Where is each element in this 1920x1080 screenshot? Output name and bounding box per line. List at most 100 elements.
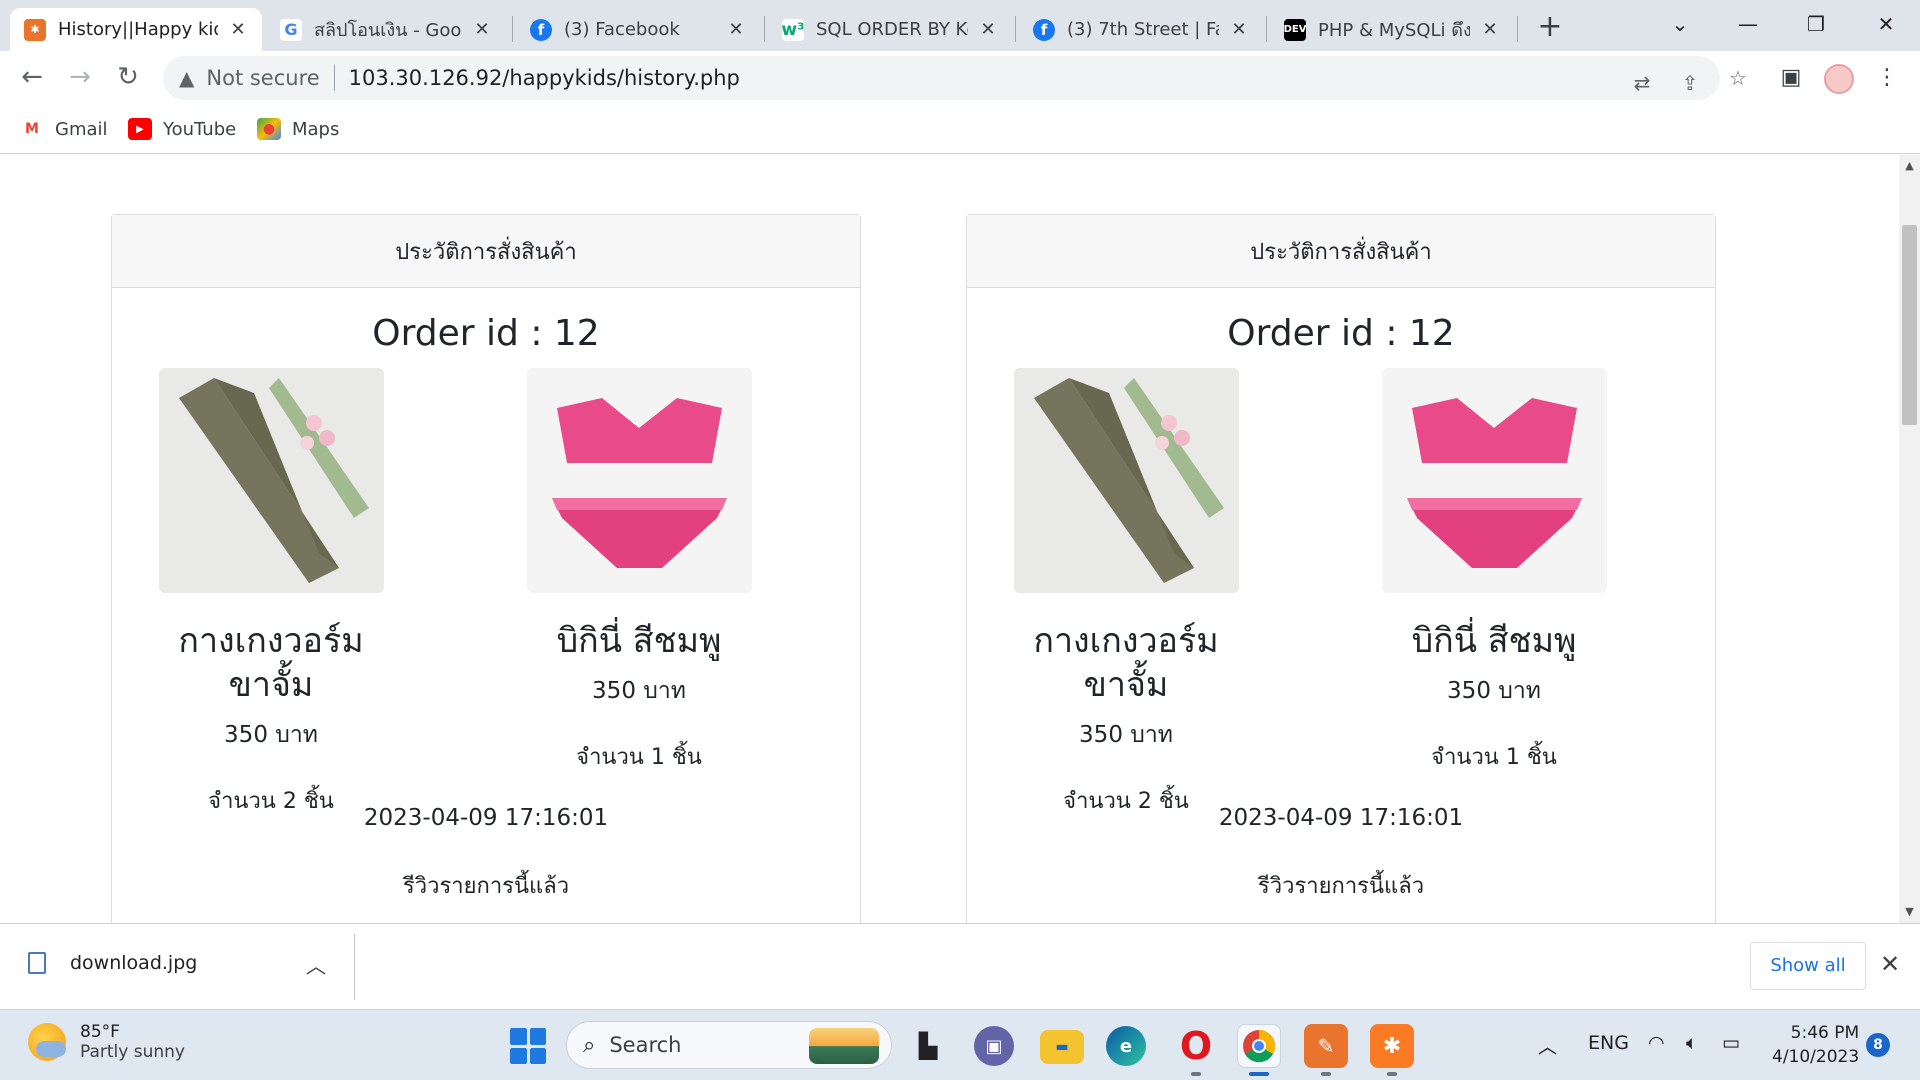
menu-kebab-icon[interactable]: ⋮: [1870, 61, 1904, 95]
xampp-icon[interactable]: ✱: [1370, 1024, 1414, 1068]
translate-icon[interactable]: ⇄: [1627, 68, 1657, 98]
bookmark-label: Gmail: [55, 118, 108, 140]
tab-happy-kids-history[interactable]: ✱ History||Happy kids ✕: [10, 8, 262, 51]
weather-condition: Partly sunny: [80, 1042, 185, 1062]
close-icon[interactable]: ✕: [1229, 19, 1249, 40]
show-all-button[interactable]: Show all: [1750, 942, 1866, 990]
product-image-jogger-pants: [158, 368, 384, 593]
teams-chat-icon[interactable]: ▣: [974, 1026, 1014, 1066]
bookmark-youtube[interactable]: ▶ YouTube: [128, 114, 236, 144]
address-bar[interactable]: ▲ Not secure 103.30.126.92/happykids/his…: [163, 56, 1747, 100]
profile-avatar[interactable]: [1824, 64, 1854, 94]
weather-temperature: 85°F: [80, 1022, 120, 1042]
search-highlight-art: [809, 1028, 879, 1064]
chevron-up-icon[interactable]: ︿: [1538, 1032, 1557, 1059]
scrollbar-thumb[interactable]: [1902, 225, 1917, 425]
tab-7th-street[interactable]: f (3) 7th Street | Face ✕: [1019, 8, 1263, 51]
language-indicator[interactable]: ENG: [1588, 1032, 1629, 1054]
file-explorer-icon[interactable]: ▬: [1040, 1030, 1084, 1064]
close-icon[interactable]: ✕: [726, 19, 746, 40]
bookmark-gmail[interactable]: M Gmail: [20, 114, 108, 144]
tab-separator: [512, 16, 513, 42]
chrome-browser-icon[interactable]: [1237, 1024, 1281, 1068]
url-text[interactable]: 103.30.126.92/happykids/history.php: [349, 66, 740, 90]
forward-arrow-icon[interactable]: →: [62, 60, 98, 96]
edge-browser-icon[interactable]: e: [1106, 1026, 1146, 1066]
running-indicator: [1321, 1072, 1331, 1076]
restore-icon[interactable]: ❐: [1796, 6, 1836, 42]
bookmark-maps[interactable]: ● Maps: [257, 114, 339, 144]
gmail-icon: M: [25, 121, 39, 137]
browser-toolbar: ← → ↻ ▲ Not secure 103.30.126.92/happyki…: [0, 51, 1920, 104]
order-history-card: ประวัติการสั่งสินค้า Order id : 12 กางเก…: [966, 214, 1716, 923]
bookmarks-bar: M Gmail ▶ YouTube ● Maps: [0, 104, 1920, 154]
active-indicator: [1249, 1072, 1269, 1076]
windows-start-icon[interactable]: [510, 1028, 546, 1064]
tab-dev-php[interactable]: DEV PHP & MySQLi ดึงข้ ✕: [1270, 8, 1514, 51]
bookmark-label: Maps: [292, 118, 340, 140]
windows-taskbar: 85°F Partly sunny ⌕ Search ▙ ▣ ▬ e O ✎ ✱…: [0, 1009, 1920, 1080]
product-image-pink-bikini: [1381, 368, 1607, 593]
product-price: 350 บาท: [1079, 722, 1173, 748]
side-panel-icon[interactable]: ▣: [1774, 61, 1808, 95]
product-quantity: จำนวน 1 ชิ้น: [1431, 745, 1557, 770]
order-id: Order id : 12: [372, 313, 600, 354]
download-item[interactable]: download.jpg: [28, 952, 197, 974]
tab-separator: [1517, 16, 1518, 42]
product-price: 350 บาท: [1447, 678, 1541, 704]
partly-sunny-icon: [28, 1023, 66, 1061]
order-item: กางเกงวอร์ม ขาจั้ม 350 บาท จำนวน 2 ชิ้น: [976, 368, 1276, 818]
reload-icon[interactable]: ↻: [110, 60, 146, 96]
page-scrollbar[interactable]: ▲ ▼: [1899, 155, 1920, 923]
tab-separator: [1015, 16, 1016, 42]
card-header: ประวัติการสั่งสินค้า: [112, 215, 860, 288]
taskbar-search-box[interactable]: ⌕ Search: [566, 1021, 892, 1069]
opera-browser-icon[interactable]: O: [1174, 1024, 1218, 1068]
battery-charging-icon[interactable]: ▭: [1722, 1032, 1740, 1054]
volume-icon[interactable]: 🔈︎: [1686, 1032, 1697, 1054]
tab-facebook[interactable]: f (3) Facebook ✕: [516, 8, 760, 51]
order-item: กางเกงวอร์ม ขาจั้ม 350 บาท จำนวน 2 ชิ้น: [121, 368, 421, 818]
product-image-jogger-pants: [1013, 368, 1239, 593]
tab-title: (3) 7th Street | Face: [1067, 19, 1219, 40]
tab-w3schools[interactable]: w³ SQL ORDER BY Key ✕: [768, 8, 1012, 51]
wifi-icon[interactable]: ◠: [1648, 1032, 1665, 1054]
search-icon: ⌕: [583, 1032, 596, 1058]
weather-widget[interactable]: 85°F Partly sunny: [28, 1022, 185, 1062]
w3schools-icon: w³: [781, 18, 805, 41]
product-name: กางเกงวอร์ม ขาจั้ม: [178, 621, 364, 705]
card-header: ประวัติการสั่งสินค้า: [967, 215, 1715, 288]
tab-title: SQL ORDER BY Key: [816, 19, 968, 40]
back-arrow-icon[interactable]: ←: [14, 60, 50, 96]
close-icon[interactable]: ✕: [978, 19, 998, 40]
close-icon[interactable]: ✕: [228, 19, 248, 40]
bookmark-star-icon[interactable]: ☆: [1723, 63, 1753, 93]
notification-badge[interactable]: 8: [1866, 1033, 1890, 1057]
window-close-icon[interactable]: ✕: [1866, 6, 1906, 42]
chevron-up-icon[interactable]: ︿: [306, 950, 326, 979]
system-clock[interactable]: 5:46 PM 4/10/2023: [1772, 1021, 1859, 1069]
share-icon[interactable]: ⇪: [1675, 68, 1705, 98]
xampp-icon: ✱: [24, 18, 46, 41]
tab-title: History||Happy kids: [58, 19, 218, 40]
task-view-icon[interactable]: ▙: [906, 1024, 950, 1068]
running-indicator: [1191, 1072, 1201, 1076]
scroll-up-arrow-icon[interactable]: ▲: [1899, 159, 1920, 172]
close-icon[interactable]: ✕: [472, 19, 492, 40]
close-icon[interactable]: ✕: [1480, 19, 1500, 40]
maps-icon: ●: [257, 118, 281, 140]
tab-separator: [764, 16, 765, 42]
product-price: 350 บาท: [224, 722, 318, 748]
tab-google-slip[interactable]: G สลิปโอนเงิน - Google ✕: [266, 8, 506, 51]
security-label[interactable]: Not secure: [206, 66, 319, 90]
sublime-text-icon[interactable]: ✎: [1304, 1024, 1348, 1068]
facebook-icon: f: [530, 18, 552, 41]
warning-triangle-icon[interactable]: ▲: [179, 66, 194, 90]
new-tab-button[interactable]: +: [1532, 10, 1568, 46]
tab-search-chevron-icon[interactable]: ⌄: [1660, 6, 1700, 42]
close-icon[interactable]: ✕: [1880, 950, 1900, 978]
product-name: กางเกงวอร์ม ขาจั้ม: [1033, 621, 1219, 705]
clock-time: 5:46 PM: [1790, 1023, 1860, 1043]
minimize-icon[interactable]: —: [1728, 6, 1768, 42]
scroll-down-arrow-icon[interactable]: ▼: [1899, 905, 1920, 918]
